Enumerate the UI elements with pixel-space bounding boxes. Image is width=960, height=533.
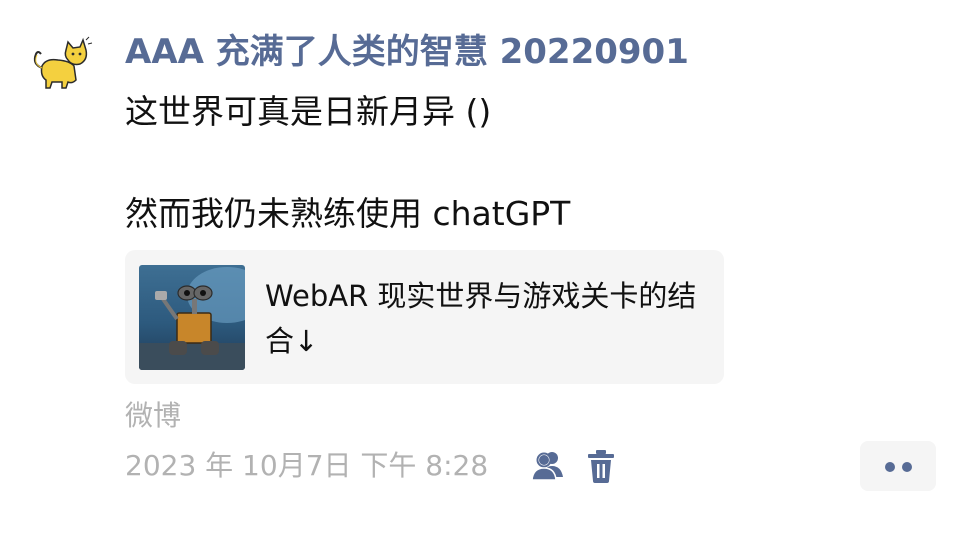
more-dots-icon [902, 462, 912, 472]
post-text-line-2: 然而我仍未熟练使用 chatGPT [125, 194, 571, 233]
link-card[interactable]: WebAR 现实世界与游戏关卡的结合↓ [125, 250, 724, 384]
trash-icon[interactable] [586, 448, 616, 484]
post-text-line-1: 这世界可真是日新月异 () [125, 92, 492, 131]
avatar[interactable] [28, 36, 94, 94]
post-source: 微博 [125, 399, 182, 432]
link-card-title: WebAR 现实世界与游戏关卡的结合↓ [265, 279, 697, 358]
post-timestamp: 2023 年 10月7日 下午 8:28 [125, 449, 489, 482]
yellow-cat-avatar-icon [33, 36, 93, 89]
more-dots-icon [885, 462, 895, 472]
people-icon[interactable] [530, 449, 566, 483]
robot-thumbnail-icon [139, 265, 245, 370]
username-link[interactable]: AAA 充满了人类的智慧 20220901 [125, 28, 689, 76]
more-button[interactable] [860, 441, 936, 491]
